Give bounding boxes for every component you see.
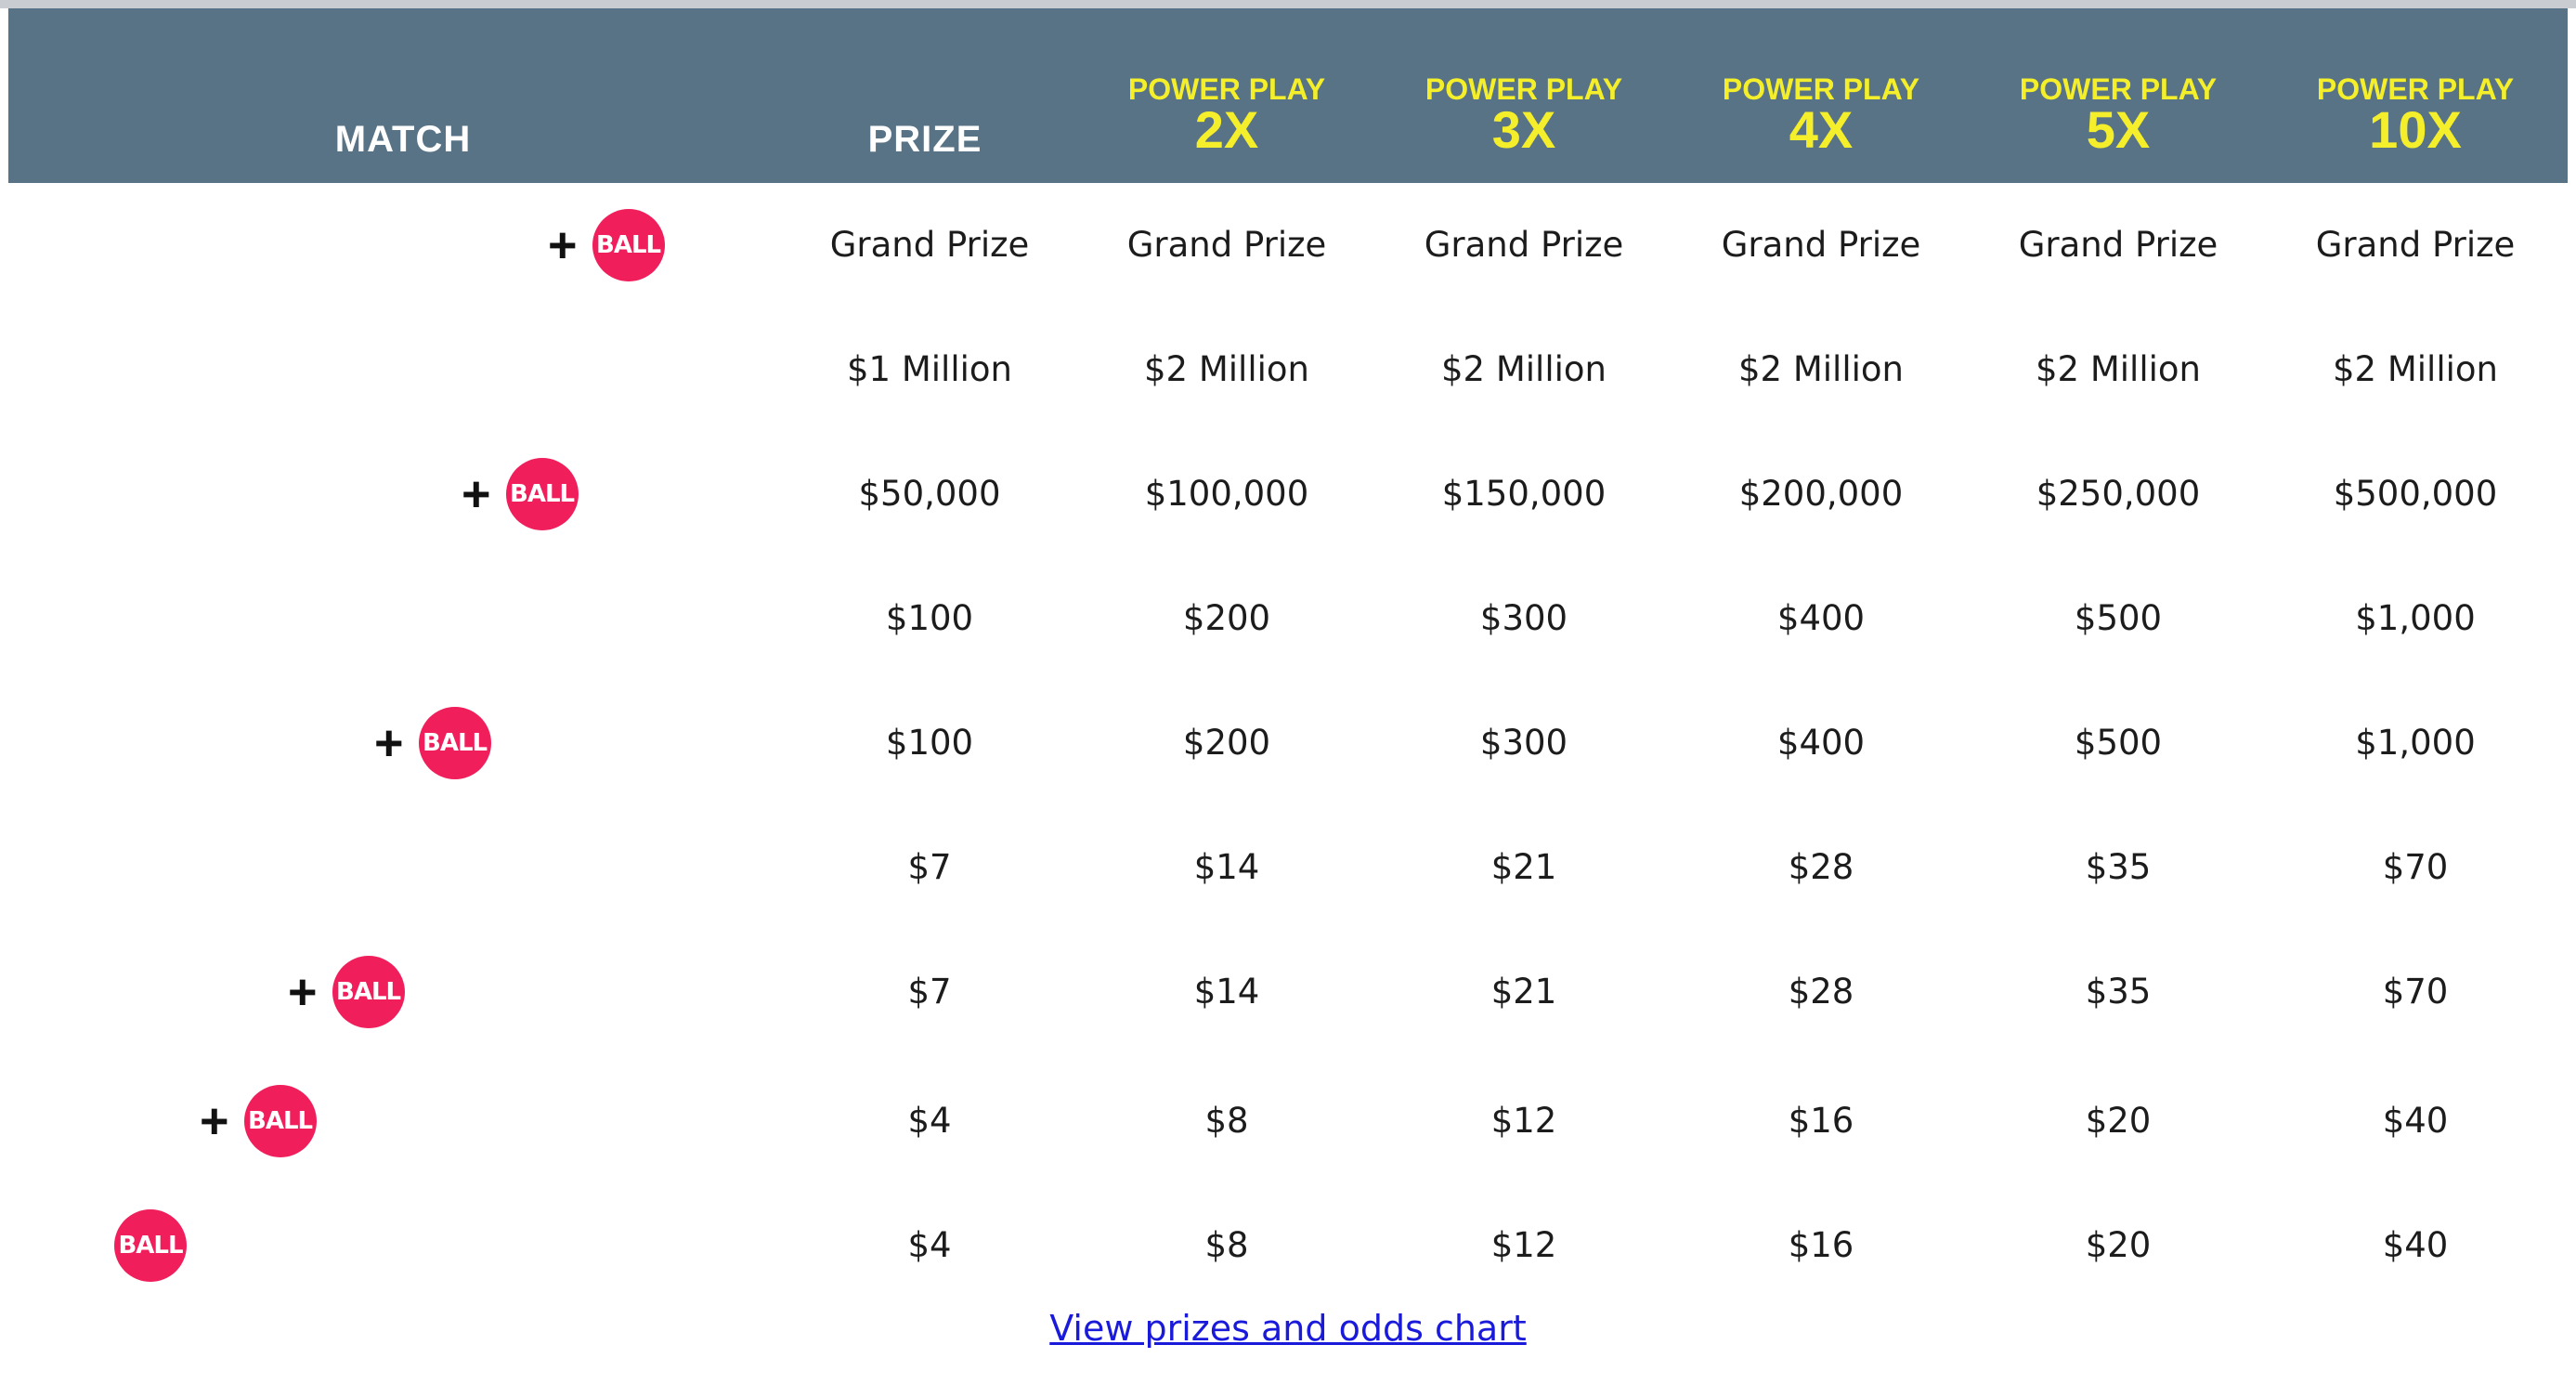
- prize-cell: $2 Million: [1144, 349, 1309, 389]
- prize-cell: $21: [1490, 847, 1557, 887]
- prize-cell: $300: [1479, 598, 1568, 638]
- prize-cell: $2 Million: [2036, 349, 2201, 389]
- prize-header-label: PRIZE: [867, 119, 982, 160]
- table-row: + BALL $100 $200 $300 $400 $500 $1,000: [0, 681, 2576, 805]
- match-header-label: MATCH: [334, 119, 472, 160]
- prize-cell: $20: [2085, 1225, 2152, 1265]
- plus-sign: +: [200, 1093, 229, 1149]
- table-row: $100 $200 $300 $400 $500 $1,000: [0, 556, 2576, 681]
- prize-cell: $4: [907, 1101, 952, 1141]
- match-cell: BALL: [114, 1183, 187, 1308]
- power-play-multiplier: 3X: [1491, 100, 1556, 159]
- prize-cell: $21: [1490, 972, 1557, 1012]
- prize-cell: $35: [2085, 972, 2152, 1012]
- match-column-header: MATCH: [208, 8, 598, 183]
- prize-cell: $150,000: [1441, 474, 1607, 514]
- plus-sign: +: [374, 715, 404, 771]
- power-play-10x-header: POWER PLAY 10X: [2267, 8, 2564, 183]
- prize-cell: $28: [1788, 972, 1854, 1012]
- table-row: + BALL $7 $14 $21 $28 $35 $70: [0, 930, 2576, 1054]
- prize-cell: $500,000: [2333, 474, 2498, 514]
- match-cell: + BALL: [462, 432, 579, 556]
- prize-cell: $100: [885, 598, 974, 638]
- prize-cell: $28: [1788, 847, 1854, 887]
- prize-cell: $7: [907, 847, 952, 887]
- prize-cell: $100: [885, 723, 974, 763]
- prize-cell: $8: [1204, 1225, 1249, 1265]
- prize-cell: $50,000: [858, 474, 1001, 514]
- prize-cell: $16: [1788, 1225, 1854, 1265]
- plus-sign: +: [462, 466, 491, 522]
- prize-column-header: PRIZE: [776, 8, 1073, 183]
- prize-cell: Grand Prize: [2315, 225, 2516, 265]
- match-cell: + BALL: [374, 681, 491, 805]
- power-play-3x-header: POWER PLAY 3X: [1375, 8, 1672, 183]
- prize-cell: $12: [1490, 1101, 1557, 1141]
- prize-cell: $7: [907, 972, 952, 1012]
- match-cell: + BALL: [548, 183, 665, 307]
- prize-cell: $250,000: [2036, 474, 2201, 514]
- power-play-multiplier: 4X: [1789, 100, 1854, 159]
- prize-cell: $12: [1490, 1225, 1557, 1265]
- prize-cell: $35: [2085, 847, 2152, 887]
- prize-chart-page: MATCH PRIZE POWER PLAY 2X POWER PLAY 3X …: [0, 0, 2576, 1384]
- prize-cell: $40: [2382, 1101, 2449, 1141]
- prize-cell: Grand Prize: [2018, 225, 2218, 265]
- prize-cell: $20: [2085, 1101, 2152, 1141]
- background-strip: [0, 0, 2576, 8]
- ball-icon: BALL: [114, 1209, 187, 1282]
- prize-cell: $400: [1776, 723, 1866, 763]
- power-play-multiplier: 2X: [1194, 100, 1259, 159]
- prize-cell: $8: [1204, 1101, 1249, 1141]
- prize-cell: $40: [2382, 1225, 2449, 1265]
- table-row: $7 $14 $21 $28 $35 $70: [0, 805, 2576, 930]
- prize-cell: $70: [2382, 972, 2449, 1012]
- ball-icon: BALL: [592, 209, 665, 281]
- power-play-2x-header: POWER PLAY 2X: [1078, 8, 1375, 183]
- plus-sign: +: [548, 217, 578, 273]
- prize-cell: $200: [1182, 598, 1271, 638]
- prize-cell: $4: [907, 1225, 952, 1265]
- table-row: + BALL $50,000 $100,000 $150,000 $200,00…: [0, 432, 2576, 556]
- table-row: + BALL $4 $8 $12 $16 $20 $40: [0, 1059, 2576, 1183]
- prize-cell: $2 Million: [1738, 349, 1904, 389]
- prize-cell: $2 Million: [2333, 349, 2498, 389]
- prize-cell: Grand Prize: [829, 225, 1030, 265]
- match-cell: + BALL: [200, 1059, 317, 1183]
- table-row: BALL $4 $8 $12 $16 $20 $40: [0, 1183, 2576, 1308]
- power-play-5x-header: POWER PLAY 5X: [1970, 8, 2267, 183]
- prize-cell: $400: [1776, 598, 1866, 638]
- prize-cell: $500: [2074, 598, 2163, 638]
- table-row: $1 Million $2 Million $2 Million $2 Mill…: [0, 307, 2576, 432]
- ball-icon: BALL: [418, 707, 491, 779]
- plus-sign: +: [288, 964, 318, 1020]
- prize-cell: $14: [1193, 847, 1260, 887]
- prize-cell: Grand Prize: [1424, 225, 1624, 265]
- prize-cell: $1,000: [2355, 723, 2476, 763]
- prize-cell: $14: [1193, 972, 1260, 1012]
- ball-icon: BALL: [332, 956, 405, 1028]
- prize-cell: $16: [1788, 1101, 1854, 1141]
- prize-cell: $500: [2074, 723, 2163, 763]
- prize-cell: $300: [1479, 723, 1568, 763]
- ball-icon: BALL: [243, 1085, 317, 1157]
- prize-cell: $1 Million: [847, 349, 1012, 389]
- power-play-multiplier: 10X: [2369, 100, 2462, 159]
- ball-icon: BALL: [505, 458, 579, 530]
- prize-cell: $70: [2382, 847, 2449, 887]
- prize-cell: Grand Prize: [1126, 225, 1327, 265]
- prize-cell: $100,000: [1144, 474, 1309, 514]
- prize-table-header: MATCH PRIZE POWER PLAY 2X POWER PLAY 3X …: [8, 8, 2568, 183]
- power-play-4x-header: POWER PLAY 4X: [1672, 8, 1970, 183]
- table-row: + BALL Grand Prize Grand Prize Grand Pri…: [0, 183, 2576, 307]
- match-cell: + BALL: [288, 930, 405, 1054]
- prize-cell: $2 Million: [1441, 349, 1607, 389]
- prize-cell: Grand Prize: [1721, 225, 1921, 265]
- prize-cell: $200,000: [1738, 474, 1904, 514]
- prize-cell: $200: [1182, 723, 1271, 763]
- prize-cell: $1,000: [2355, 598, 2476, 638]
- view-prizes-odds-link[interactable]: View prizes and odds chart: [0, 1308, 2576, 1349]
- power-play-multiplier: 5X: [2086, 100, 2151, 159]
